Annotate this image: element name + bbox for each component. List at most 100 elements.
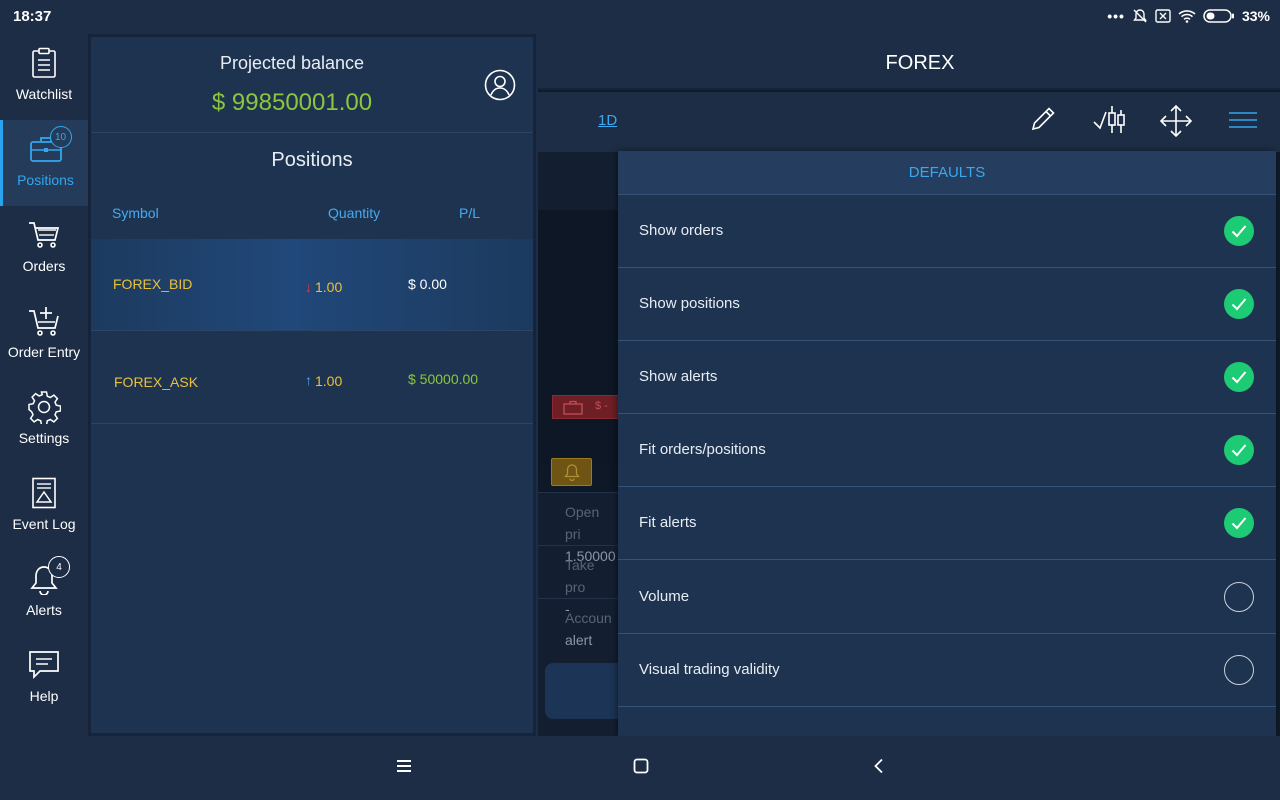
option-visual-trading-validity[interactable]: Visual trading validity bbox=[618, 634, 1276, 707]
info-cell: Accoun alert bbox=[538, 598, 618, 651]
column-quantity[interactable]: Quantity bbox=[328, 205, 380, 221]
arrow-up-icon: ↑ bbox=[305, 372, 312, 388]
positions-column-header: Symbol Quantity P/L bbox=[91, 187, 533, 239]
empty-circle-icon[interactable] bbox=[1224, 655, 1254, 685]
timeframe-link[interactable]: 1D bbox=[598, 112, 617, 129]
nav-label: Help bbox=[29, 688, 59, 704]
projected-balance-header: Projected balance $ 99850001.00 bbox=[91, 37, 533, 133]
chart-type-icon[interactable] bbox=[1093, 104, 1127, 136]
option-fit-orders-positions[interactable]: Fit orders/positions bbox=[618, 414, 1276, 487]
table-row[interactable]: FOREX_ASK ↑ 1.00 $ 50000.00 bbox=[91, 332, 533, 424]
defaults-title: DEFAULTS bbox=[618, 151, 1276, 195]
projected-balance-label: Projected balance bbox=[219, 53, 365, 73]
chart-title: FOREX bbox=[885, 52, 955, 74]
arrow-down-icon: ↓ bbox=[305, 279, 312, 295]
row-symbol: FOREX_BID bbox=[113, 276, 193, 292]
column-pl[interactable]: P/L bbox=[459, 205, 480, 221]
bell-icon: 4 bbox=[24, 556, 70, 596]
positions-badge: 10 bbox=[49, 126, 72, 148]
briefcase-icon bbox=[563, 400, 583, 415]
move-icon[interactable] bbox=[1159, 104, 1193, 138]
watchlist-icon bbox=[24, 46, 64, 80]
cart-plus-icon bbox=[24, 304, 64, 338]
nav-event-log[interactable]: Event Log bbox=[0, 464, 88, 550]
option-label: Show orders bbox=[639, 222, 724, 239]
chart-toolbar: 1D bbox=[538, 92, 1280, 152]
nav-positions[interactable]: 10 Positions bbox=[0, 120, 88, 206]
option-label: Visual trading validity bbox=[639, 661, 780, 678]
position-tag-text: $ - bbox=[595, 400, 608, 412]
home-icon[interactable] bbox=[633, 758, 649, 774]
wifi-icon bbox=[1178, 10, 1196, 23]
nav-label: Alerts bbox=[26, 602, 62, 618]
nav-help[interactable]: Help bbox=[0, 636, 88, 722]
nav-orders[interactable]: Orders bbox=[0, 206, 88, 292]
left-nav: Watchlist 10 Positions Orders Order Entr… bbox=[0, 34, 88, 734]
nav-label: Event Log bbox=[12, 516, 76, 532]
option-show-positions[interactable]: Show positions bbox=[618, 268, 1276, 341]
mute-bell-icon bbox=[1133, 9, 1147, 23]
chart-canvas[interactable]: $ - Open pri 1.50000 Take pro - Accoun aler… bbox=[538, 152, 625, 736]
menu-icon[interactable] bbox=[1228, 110, 1258, 130]
column-symbol[interactable]: Symbol bbox=[112, 205, 159, 221]
profile-icon[interactable] bbox=[484, 69, 516, 101]
bell-icon bbox=[564, 464, 580, 481]
row-pl: $ 0.00 bbox=[408, 276, 447, 292]
more-dots-icon: ••• bbox=[1107, 8, 1125, 24]
cart-icon bbox=[24, 218, 64, 252]
menu-icon[interactable] bbox=[396, 758, 412, 774]
row-pl: $ 50000.00 bbox=[408, 371, 479, 387]
defaults-panel: DEFAULTS Show orders Show positions Show… bbox=[618, 151, 1276, 736]
event-log-icon bbox=[24, 476, 64, 510]
positions-title: Positions bbox=[271, 149, 353, 171]
checkmark-icon[interactable] bbox=[1224, 289, 1254, 319]
pencil-icon[interactable] bbox=[1028, 104, 1058, 134]
row-quantity: 1.00 bbox=[315, 279, 343, 295]
position-tag[interactable]: $ - bbox=[552, 395, 622, 419]
nav-label: Positions bbox=[17, 172, 74, 188]
empty-circle-icon[interactable] bbox=[1224, 582, 1254, 612]
option-fit-alerts[interactable]: Fit alerts bbox=[618, 487, 1276, 560]
briefcase-icon: 10 bbox=[26, 126, 72, 166]
nav-label: Watchlist bbox=[15, 86, 73, 102]
status-bar: 18:37 ••• 33% bbox=[0, 0, 1280, 34]
order-action-button[interactable] bbox=[545, 663, 625, 719]
option-label: Show alerts bbox=[639, 368, 718, 385]
option-show-orders[interactable]: Show orders bbox=[618, 195, 1276, 268]
nav-settings[interactable]: Settings bbox=[0, 378, 88, 464]
nav-alerts[interactable]: 4 Alerts bbox=[0, 550, 88, 636]
help-icon bbox=[24, 648, 64, 682]
system-navigation-bar bbox=[0, 736, 1280, 800]
row-symbol: FOREX_ASK bbox=[114, 374, 199, 390]
info-cell: Take pro - bbox=[538, 545, 618, 617]
alert-tag[interactable] bbox=[551, 458, 592, 486]
alerts-badge: 4 bbox=[48, 556, 70, 578]
status-time: 18:37 bbox=[13, 8, 52, 25]
battery-percent: 33% bbox=[1241, 8, 1270, 24]
info-cell: Open pri 1.50000 bbox=[538, 492, 618, 564]
checkmark-icon[interactable] bbox=[1224, 435, 1254, 465]
nav-label: Order Entry bbox=[7, 344, 81, 360]
row-quantity: 1.00 bbox=[315, 373, 343, 389]
nav-order-entry[interactable]: Order Entry bbox=[0, 292, 88, 378]
checkmark-icon[interactable] bbox=[1224, 362, 1254, 392]
nav-label: Settings bbox=[18, 430, 70, 446]
checkmark-icon[interactable] bbox=[1224, 508, 1254, 538]
nav-watchlist[interactable]: Watchlist bbox=[0, 34, 88, 120]
table-row[interactable]: FOREX_BID ↓ 1.00 $ 0.00 bbox=[91, 239, 533, 331]
positions-panel: Projected balance $ 99850001.00 Position… bbox=[88, 34, 536, 736]
option-show-alerts[interactable]: Show alerts bbox=[618, 341, 1276, 414]
option-label: Fit alerts bbox=[639, 514, 697, 531]
gear-icon bbox=[24, 390, 64, 424]
battery-icon bbox=[1203, 9, 1234, 23]
option-label: Show positions bbox=[639, 295, 740, 312]
option-volume[interactable]: Volume bbox=[618, 561, 1276, 634]
projected-balance-value: $ 99850001.00 bbox=[211, 89, 373, 116]
checkmark-icon[interactable] bbox=[1224, 216, 1254, 246]
chart-title-bar: FOREX bbox=[538, 34, 1280, 90]
back-icon[interactable] bbox=[872, 758, 886, 774]
sim-icon bbox=[1155, 9, 1171, 23]
option-label: Volume bbox=[639, 588, 690, 605]
nav-label: Orders bbox=[22, 258, 66, 274]
status-icons: ••• 33% bbox=[1107, 8, 1270, 24]
